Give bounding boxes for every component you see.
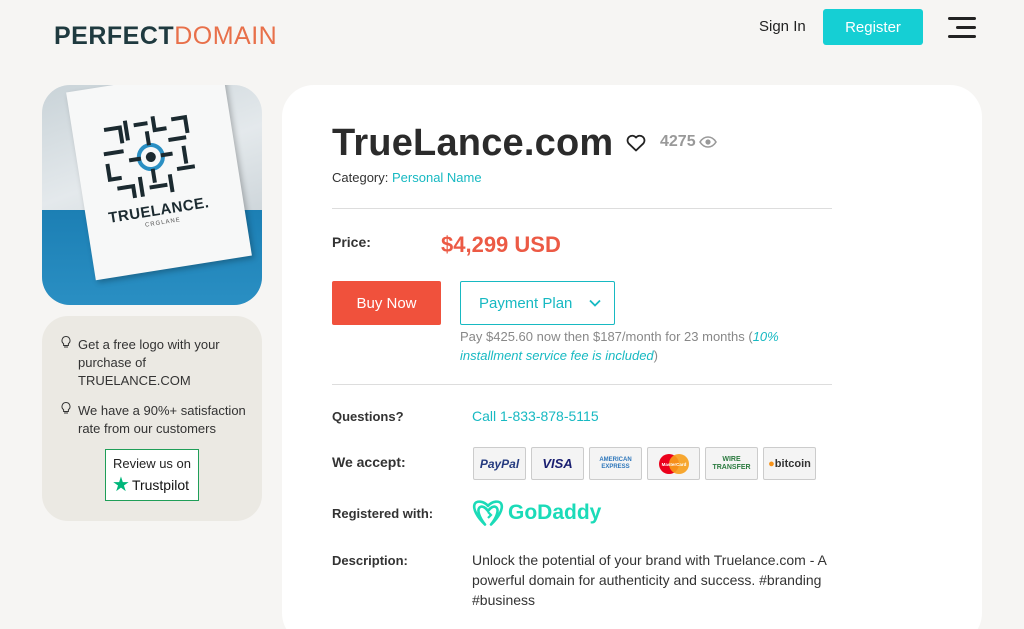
paypal-icon: PayPal xyxy=(473,447,526,480)
godaddy-logo: GoDaddy xyxy=(472,499,601,527)
payment-plan-label: Payment Plan xyxy=(479,294,573,312)
godaddy-icon xyxy=(472,500,504,526)
register-button[interactable]: Register xyxy=(823,9,923,45)
tip-text: Get a free logo with your purchase of TR… xyxy=(78,337,220,388)
chevron-down-icon xyxy=(589,299,601,307)
tip-satisfaction: We have a 90%+ satisfaction rate from ou… xyxy=(60,401,250,438)
trustpilot-brand: Trustpilot xyxy=(131,477,189,493)
promo-box: Get a free logo with your purchase of TR… xyxy=(42,316,262,521)
tip-free-logo: Get a free logo with your purchase of TR… xyxy=(60,335,250,390)
view-count: 4275 xyxy=(660,133,717,151)
plan-note-text: Pay $425.60 now then $187/month for 23 m… xyxy=(460,329,753,344)
domain-title: TrueLance.com xyxy=(332,122,614,164)
view-count-value: 4275 xyxy=(660,133,696,150)
bitcoin-icon: ● bitcoin xyxy=(763,447,816,480)
description-text: Unlock the potential of your brand with … xyxy=(472,552,827,608)
payment-plan-note: Pay $425.60 now then $187/month for 23 m… xyxy=(460,329,779,363)
amex-icon: AMERICAN EXPRESS xyxy=(589,447,642,480)
category-row: Category: Personal Name xyxy=(332,170,482,185)
lightbulb-icon xyxy=(60,335,78,390)
payment-methods: PayPal VISA AMERICAN EXPRESS MasterCard … xyxy=(473,447,816,480)
questions-label: Questions? xyxy=(332,409,404,424)
wire-transfer-icon: WIRE TRANSFER xyxy=(705,447,758,480)
hamburger-menu-icon[interactable] xyxy=(948,17,976,39)
category-label: Category: xyxy=(332,170,389,185)
domain-details-card: TrueLance.com 4275 Category: Personal Na… xyxy=(282,85,982,629)
logo-part-2: DOMAIN xyxy=(174,22,278,50)
trustpilot-review-button[interactable]: Review us on ★ Trustpilot xyxy=(105,449,199,501)
site-logo[interactable]: PERFECTDOMAIN xyxy=(54,22,277,51)
svg-text:MasterCard: MasterCard xyxy=(661,462,686,467)
description-label: Description: xyxy=(332,553,408,568)
price-value: $4,299 USD xyxy=(441,232,561,257)
payment-plan-dropdown[interactable]: Payment Plan xyxy=(460,281,615,325)
qr-logo-icon xyxy=(103,114,196,199)
phone-link[interactable]: Call 1-833-878-5115 xyxy=(472,408,599,424)
eye-icon xyxy=(698,136,717,148)
buy-now-button[interactable]: Buy Now xyxy=(332,281,441,325)
price-label: Price: xyxy=(332,234,371,250)
sign-in-link[interactable]: Sign In xyxy=(759,18,806,36)
divider xyxy=(332,384,832,385)
site-header: PERFECTDOMAIN Sign In Register xyxy=(0,0,1024,70)
mastercard-icon: MasterCard xyxy=(647,447,700,480)
category-link[interactable]: Personal Name xyxy=(392,170,482,185)
logo-part-1: PERFECT xyxy=(54,22,175,50)
domain-logo-image: TRUELANCE. CRGLANE xyxy=(42,85,262,305)
visa-icon: VISA xyxy=(531,447,584,480)
star-icon: ★ xyxy=(112,474,130,496)
lightbulb-icon xyxy=(60,401,78,438)
divider xyxy=(332,208,832,209)
tip-text: We have a 90%+ satisfaction rate from ou… xyxy=(78,403,246,436)
registered-label: Registered with: xyxy=(332,506,434,521)
registrar-name: GoDaddy xyxy=(508,501,602,524)
favorite-heart-icon[interactable] xyxy=(626,134,646,157)
accept-label: We accept: xyxy=(332,454,406,470)
review-line: Review us on xyxy=(112,456,192,471)
